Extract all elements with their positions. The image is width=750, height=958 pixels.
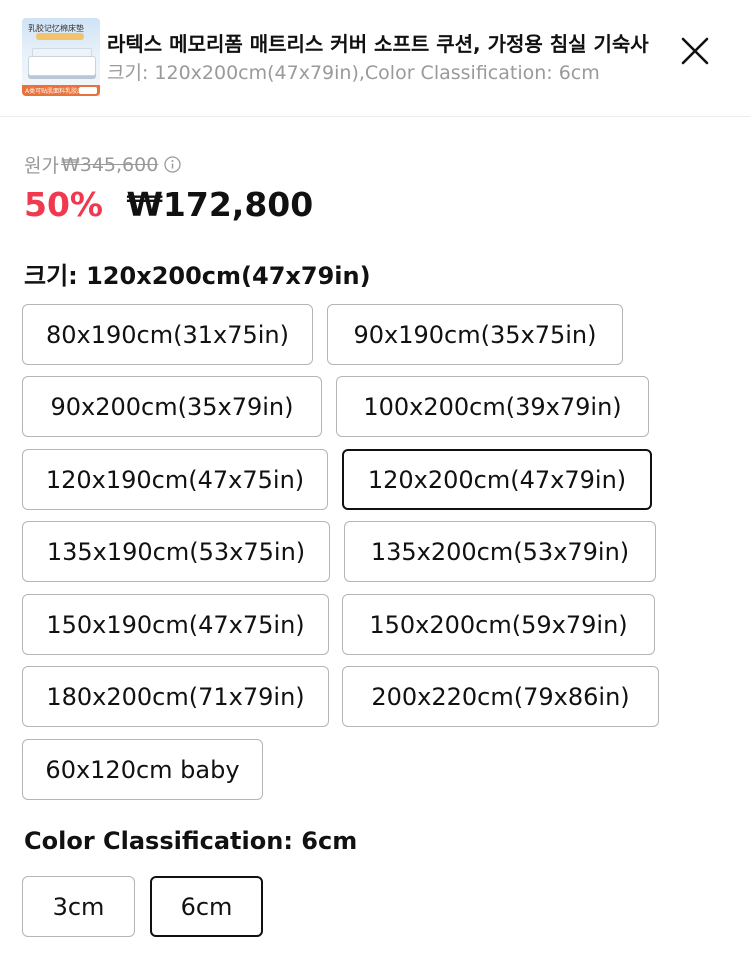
original-price-row: 원가 ₩345,600 bbox=[24, 151, 181, 178]
size-option[interactable]: 135x190cm(53x75in) bbox=[22, 521, 330, 582]
product-title: 라텍스 메모리폼 매트리스 커버 소프트 쿠션, 가정용 침실 기숙사 bbox=[107, 32, 649, 56]
size-option[interactable]: 80x190cm(31x75in) bbox=[22, 304, 313, 365]
size-option[interactable]: 90x200cm(35x79in) bbox=[22, 376, 322, 437]
discount-percent: 50% bbox=[24, 185, 103, 224]
size-option[interactable]: 150x200cm(59x79in) bbox=[342, 594, 655, 655]
size-option[interactable]: 90x190cm(35x75in) bbox=[327, 304, 623, 365]
original-price-label: 원가 bbox=[24, 155, 59, 177]
size-option[interactable]: 200x220cm(79x86in) bbox=[342, 666, 659, 727]
size-option[interactable]: 120x190cm(47x75in) bbox=[22, 449, 328, 510]
selected-variant-summary: 크기: 120x200cm(47x79in),Color Classificat… bbox=[107, 62, 600, 84]
size-option[interactable]: 120x200cm(47x79in) bbox=[342, 449, 652, 510]
size-option[interactable]: 150x190cm(47x75in) bbox=[22, 594, 329, 655]
size-option[interactable]: 180x200cm(71x79in) bbox=[22, 666, 329, 727]
mattress-image bbox=[28, 56, 96, 76]
size-option[interactable]: 100x200cm(39x79in) bbox=[336, 376, 649, 437]
product-thumbnail: 乳胶记忆棉床垫 A类可贴肌面料乳胶床垫 bbox=[22, 18, 100, 96]
close-icon[interactable] bbox=[678, 34, 712, 68]
size-option[interactable]: 135x200cm(53x79in) bbox=[344, 521, 656, 582]
color-section-title: Color Classification: 6cm bbox=[24, 827, 358, 855]
color-option[interactable]: 3cm bbox=[22, 876, 135, 937]
original-price: ₩345,600 bbox=[60, 153, 159, 176]
size-section-title: 크기: 120x200cm(47x79in) bbox=[24, 262, 371, 290]
color-option[interactable]: 6cm bbox=[150, 876, 263, 937]
price-row: 50% ₩172,800 bbox=[24, 185, 313, 224]
product-header: 乳胶记忆棉床垫 A类可贴肌面料乳胶床垫 라텍스 메모리폼 매트리스 커버 소프트… bbox=[0, 0, 750, 117]
size-option[interactable]: 60x120cm baby bbox=[22, 739, 263, 800]
sale-price: ₩172,800 bbox=[126, 185, 314, 224]
info-icon[interactable] bbox=[164, 156, 181, 173]
